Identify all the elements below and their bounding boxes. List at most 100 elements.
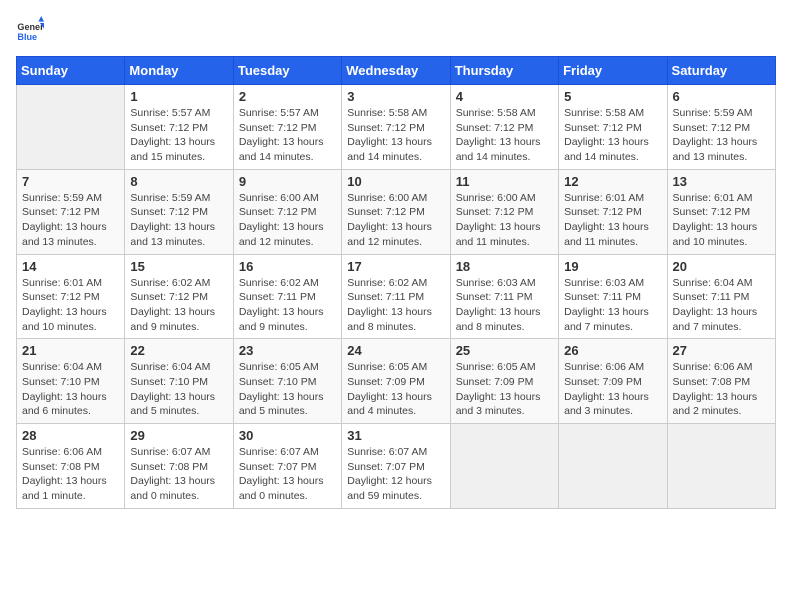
day-info: Sunrise: 6:07 AM Sunset: 7:07 PM Dayligh…: [239, 445, 336, 504]
calendar-week-2: 7 Sunrise: 5:59 AM Sunset: 7:12 PM Daylig…: [17, 169, 776, 254]
calendar-cell: 13 Sunrise: 6:01 AM Sunset: 7:12 PM Dayli…: [667, 169, 775, 254]
logo: General Blue: [16, 16, 44, 44]
day-number: 21: [22, 343, 119, 358]
calendar-cell: 7 Sunrise: 5:59 AM Sunset: 7:12 PM Daylig…: [17, 169, 125, 254]
weekday-header-row: SundayMondayTuesdayWednesdayThursdayFrid…: [17, 57, 776, 85]
day-info: Sunrise: 6:00 AM Sunset: 7:12 PM Dayligh…: [347, 191, 444, 250]
calendar-cell: 25 Sunrise: 6:05 AM Sunset: 7:09 PM Dayli…: [450, 339, 558, 424]
day-info: Sunrise: 5:59 AM Sunset: 7:12 PM Dayligh…: [130, 191, 227, 250]
day-number: 10: [347, 174, 444, 189]
day-info: Sunrise: 6:02 AM Sunset: 7:11 PM Dayligh…: [347, 276, 444, 335]
day-number: 22: [130, 343, 227, 358]
calendar-cell: 30 Sunrise: 6:07 AM Sunset: 7:07 PM Dayli…: [233, 424, 341, 509]
calendar-cell: 10 Sunrise: 6:00 AM Sunset: 7:12 PM Dayli…: [342, 169, 450, 254]
day-info: Sunrise: 6:04 AM Sunset: 7:10 PM Dayligh…: [22, 360, 119, 419]
calendar-cell: 26 Sunrise: 6:06 AM Sunset: 7:09 PM Dayli…: [559, 339, 667, 424]
day-number: 25: [456, 343, 553, 358]
day-number: 28: [22, 428, 119, 443]
day-info: Sunrise: 6:07 AM Sunset: 7:08 PM Dayligh…: [130, 445, 227, 504]
calendar-cell: 22 Sunrise: 6:04 AM Sunset: 7:10 PM Dayli…: [125, 339, 233, 424]
weekday-header-saturday: Saturday: [667, 57, 775, 85]
calendar-cell: 9 Sunrise: 6:00 AM Sunset: 7:12 PM Daylig…: [233, 169, 341, 254]
day-number: 14: [22, 259, 119, 274]
day-info: Sunrise: 5:58 AM Sunset: 7:12 PM Dayligh…: [347, 106, 444, 165]
day-number: 9: [239, 174, 336, 189]
day-info: Sunrise: 5:57 AM Sunset: 7:12 PM Dayligh…: [239, 106, 336, 165]
day-number: 5: [564, 89, 661, 104]
day-number: 17: [347, 259, 444, 274]
day-info: Sunrise: 6:00 AM Sunset: 7:12 PM Dayligh…: [239, 191, 336, 250]
day-number: 19: [564, 259, 661, 274]
day-info: Sunrise: 6:00 AM Sunset: 7:12 PM Dayligh…: [456, 191, 553, 250]
day-number: 12: [564, 174, 661, 189]
svg-text:General: General: [17, 22, 44, 32]
day-info: Sunrise: 6:05 AM Sunset: 7:09 PM Dayligh…: [347, 360, 444, 419]
calendar-cell: 11 Sunrise: 6:00 AM Sunset: 7:12 PM Dayli…: [450, 169, 558, 254]
day-info: Sunrise: 6:01 AM Sunset: 7:12 PM Dayligh…: [564, 191, 661, 250]
weekday-header-friday: Friday: [559, 57, 667, 85]
day-number: 29: [130, 428, 227, 443]
day-info: Sunrise: 6:05 AM Sunset: 7:10 PM Dayligh…: [239, 360, 336, 419]
calendar-week-3: 14 Sunrise: 6:01 AM Sunset: 7:12 PM Dayli…: [17, 254, 776, 339]
calendar-cell: [667, 424, 775, 509]
calendar-cell: 17 Sunrise: 6:02 AM Sunset: 7:11 PM Dayli…: [342, 254, 450, 339]
calendar-cell: 2 Sunrise: 5:57 AM Sunset: 7:12 PM Daylig…: [233, 85, 341, 170]
calendar-week-4: 21 Sunrise: 6:04 AM Sunset: 7:10 PM Dayli…: [17, 339, 776, 424]
calendar-cell: 16Sunrise: 6:02 AM Sunset: 7:11 PM Dayli…: [233, 254, 341, 339]
day-info: Sunrise: 6:03 AM Sunset: 7:11 PM Dayligh…: [456, 276, 553, 335]
svg-text:Blue: Blue: [17, 32, 37, 42]
calendar-cell: 4Sunrise: 5:58 AM Sunset: 7:12 PM Daylig…: [450, 85, 558, 170]
day-info: Sunrise: 5:59 AM Sunset: 7:12 PM Dayligh…: [22, 191, 119, 250]
day-info: Sunrise: 6:04 AM Sunset: 7:11 PM Dayligh…: [673, 276, 770, 335]
day-number: 15: [130, 259, 227, 274]
weekday-header-thursday: Thursday: [450, 57, 558, 85]
day-number: 24: [347, 343, 444, 358]
day-number: 11: [456, 174, 553, 189]
day-info: Sunrise: 6:06 AM Sunset: 7:08 PM Dayligh…: [673, 360, 770, 419]
day-number: 1: [130, 89, 227, 104]
calendar-header: SundayMondayTuesdayWednesdayThursdayFrid…: [17, 57, 776, 85]
weekday-header-sunday: Sunday: [17, 57, 125, 85]
day-info: Sunrise: 6:04 AM Sunset: 7:10 PM Dayligh…: [130, 360, 227, 419]
day-info: Sunrise: 6:07 AM Sunset: 7:07 PM Dayligh…: [347, 445, 444, 504]
calendar-cell: 1 Sunrise: 5:57 AM Sunset: 7:12 PM Daylig…: [125, 85, 233, 170]
calendar-cell: 8 Sunrise: 5:59 AM Sunset: 7:12 PM Daylig…: [125, 169, 233, 254]
calendar-cell: 5 Sunrise: 5:58 AM Sunset: 7:12 PM Daylig…: [559, 85, 667, 170]
day-number: 26: [564, 343, 661, 358]
day-number: 13: [673, 174, 770, 189]
calendar-cell: 21 Sunrise: 6:04 AM Sunset: 7:10 PM Dayli…: [17, 339, 125, 424]
day-number: 7: [22, 174, 119, 189]
day-info: Sunrise: 6:03 AM Sunset: 7:11 PM Dayligh…: [564, 276, 661, 335]
day-info: Sunrise: 5:57 AM Sunset: 7:12 PM Dayligh…: [130, 106, 227, 165]
day-number: 30: [239, 428, 336, 443]
calendar-cell: 24 Sunrise: 6:05 AM Sunset: 7:09 PM Dayli…: [342, 339, 450, 424]
calendar-table: SundayMondayTuesdayWednesdayThursdayFrid…: [16, 56, 776, 509]
day-number: 23: [239, 343, 336, 358]
day-number: 31: [347, 428, 444, 443]
day-info: Sunrise: 6:06 AM Sunset: 7:08 PM Dayligh…: [22, 445, 119, 504]
calendar-week-5: 28 Sunrise: 6:06 AM Sunset: 7:08 PM Dayli…: [17, 424, 776, 509]
day-number: 18: [456, 259, 553, 274]
day-info: Sunrise: 6:01 AM Sunset: 7:12 PM Dayligh…: [22, 276, 119, 335]
day-number: 8: [130, 174, 227, 189]
page-header: General Blue: [16, 16, 776, 44]
calendar-cell: 15Sunrise: 6:02 AM Sunset: 7:12 PM Dayli…: [125, 254, 233, 339]
day-info: Sunrise: 5:59 AM Sunset: 7:12 PM Dayligh…: [673, 106, 770, 165]
day-info: Sunrise: 6:02 AM Sunset: 7:11 PM Dayligh…: [239, 276, 336, 335]
calendar-cell: 27 Sunrise: 6:06 AM Sunset: 7:08 PM Dayli…: [667, 339, 775, 424]
weekday-header-wednesday: Wednesday: [342, 57, 450, 85]
day-number: 27: [673, 343, 770, 358]
day-info: Sunrise: 6:05 AM Sunset: 7:09 PM Dayligh…: [456, 360, 553, 419]
day-number: 2: [239, 89, 336, 104]
calendar-cell: 6 Sunrise: 5:59 AM Sunset: 7:12 PM Daylig…: [667, 85, 775, 170]
day-number: 4: [456, 89, 553, 104]
day-number: 6: [673, 89, 770, 104]
weekday-header-monday: Monday: [125, 57, 233, 85]
calendar-cell: 14 Sunrise: 6:01 AM Sunset: 7:12 PM Dayli…: [17, 254, 125, 339]
day-info: Sunrise: 5:58 AM Sunset: 7:12 PM Dayligh…: [564, 106, 661, 165]
calendar-body: 1 Sunrise: 5:57 AM Sunset: 7:12 PM Daylig…: [17, 85, 776, 509]
calendar-cell: 18 Sunrise: 6:03 AM Sunset: 7:11 PM Dayli…: [450, 254, 558, 339]
calendar-cell: 20Sunrise: 6:04 AM Sunset: 7:11 PM Dayli…: [667, 254, 775, 339]
day-info: Sunrise: 6:01 AM Sunset: 7:12 PM Dayligh…: [673, 191, 770, 250]
day-info: Sunrise: 6:06 AM Sunset: 7:09 PM Dayligh…: [564, 360, 661, 419]
